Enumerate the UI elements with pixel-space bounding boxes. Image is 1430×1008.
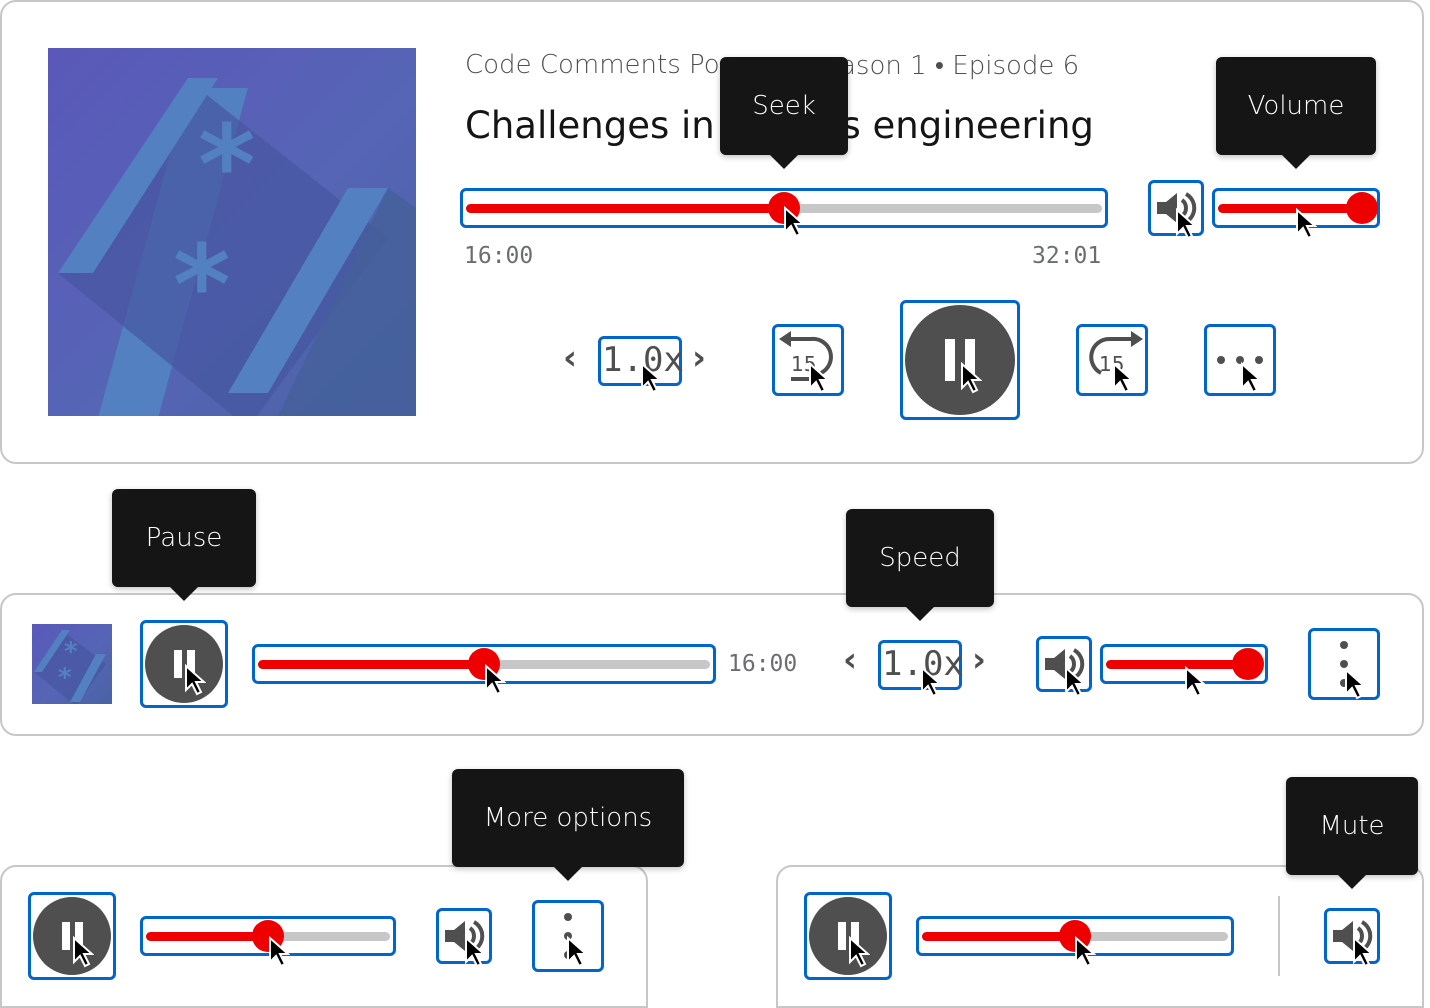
volume-tooltip: Volume <box>1216 57 1376 169</box>
pause-icon <box>905 305 1015 415</box>
seek-fill <box>258 660 484 669</box>
forward-15-button[interactable]: 15 <box>1076 324 1148 396</box>
artwork-thumb-graphic: * * <box>34 630 106 704</box>
compact-speed-value: 1.0x <box>882 644 964 684</box>
more-dot <box>1340 641 1348 649</box>
artwork-graphic: * * <box>58 78 416 416</box>
pause-icon <box>33 897 111 975</box>
divider <box>1278 896 1280 976</box>
more-dot <box>1217 356 1225 364</box>
more-options-button[interactable] <box>1204 324 1276 396</box>
seek-thumb[interactable] <box>768 192 800 224</box>
speed-value: 1.0x <box>602 340 684 380</box>
seek-thumb[interactable] <box>1059 920 1091 952</box>
more-dot <box>564 951 572 959</box>
compact-speed-decrease-button[interactable]: ‹ <box>843 640 857 680</box>
mini-right-seek-track <box>922 920 1228 952</box>
seek-tooltip: Seek <box>720 57 848 169</box>
svg-text:*: * <box>173 221 231 349</box>
mini-left-mute-button[interactable] <box>436 908 492 964</box>
speed-decrease-button[interactable]: ‹ <box>563 338 577 378</box>
total-duration: 32:01 <box>1032 243 1102 269</box>
volume-icon <box>1157 192 1197 224</box>
volume-thumb[interactable] <box>1346 192 1378 224</box>
mini-left-more-options-button[interactable] <box>532 900 604 972</box>
seek-thumb[interactable] <box>468 648 500 680</box>
pause-tooltip: Pause <box>112 489 256 601</box>
episode-title-right: ns engineering <box>818 104 1094 147</box>
mini-left-seek-track <box>146 920 390 952</box>
episode-artwork-thumb: * * <box>32 624 112 704</box>
episode-subtitle: Code Comments Po <box>465 50 720 80</box>
volume-fill <box>1106 660 1248 669</box>
svg-text:*: * <box>58 663 72 693</box>
seek-fill <box>466 204 784 213</box>
svg-text:*: * <box>198 101 256 229</box>
seek-thumb[interactable] <box>252 920 284 952</box>
episode-title-left: Challenges in s <box>465 104 746 147</box>
compact-mute-button[interactable] <box>1036 636 1092 692</box>
volume-thumb[interactable] <box>1232 648 1264 680</box>
forward-icon: 15 <box>1089 331 1143 376</box>
episode-artwork: * * <box>48 48 416 416</box>
mini-right-mute-button[interactable] <box>1324 908 1380 964</box>
compact-elapsed-time: 16:00 <box>728 651 798 677</box>
mute-button[interactable] <box>1148 180 1204 236</box>
subtitle-left: Code Comments Po <box>465 50 720 80</box>
speed-tooltip: Speed <box>846 509 994 621</box>
mute-tooltip: Mute <box>1286 777 1418 889</box>
elapsed-time: 16:00 <box>464 243 534 269</box>
forward-label: 15 <box>1099 352 1124 376</box>
volume-icon <box>1045 648 1085 680</box>
rewind-label: 15 <box>791 352 816 376</box>
more-dot <box>1340 679 1348 687</box>
volume-track <box>1218 192 1378 224</box>
more-dot <box>564 913 572 921</box>
more-dot <box>1340 660 1348 668</box>
compact-more-options-button[interactable] <box>1308 628 1380 700</box>
rewind-15-button[interactable]: 15 <box>772 324 844 396</box>
more-dot <box>1236 356 1244 364</box>
more-options-tooltip: More options <box>452 769 684 881</box>
volume-icon <box>445 920 485 952</box>
more-dot <box>564 932 572 940</box>
seek-track <box>466 192 1102 224</box>
volume-fill <box>1218 204 1362 213</box>
rewind-icon: 15 <box>779 331 833 381</box>
seek-fill <box>146 932 268 941</box>
episode-subtitle-right: ason 1 • Episode 6 <box>840 51 1080 81</box>
volume-icon <box>1333 920 1373 952</box>
compact-speed-increase-button[interactable]: › <box>972 640 986 680</box>
speed-increase-button[interactable]: › <box>692 338 706 378</box>
pause-icon <box>145 625 223 703</box>
pause-icon <box>809 897 887 975</box>
more-dot <box>1255 356 1263 364</box>
compact-volume-track <box>1106 648 1264 680</box>
seek-fill <box>922 932 1075 941</box>
compact-seek-track <box>258 648 710 680</box>
